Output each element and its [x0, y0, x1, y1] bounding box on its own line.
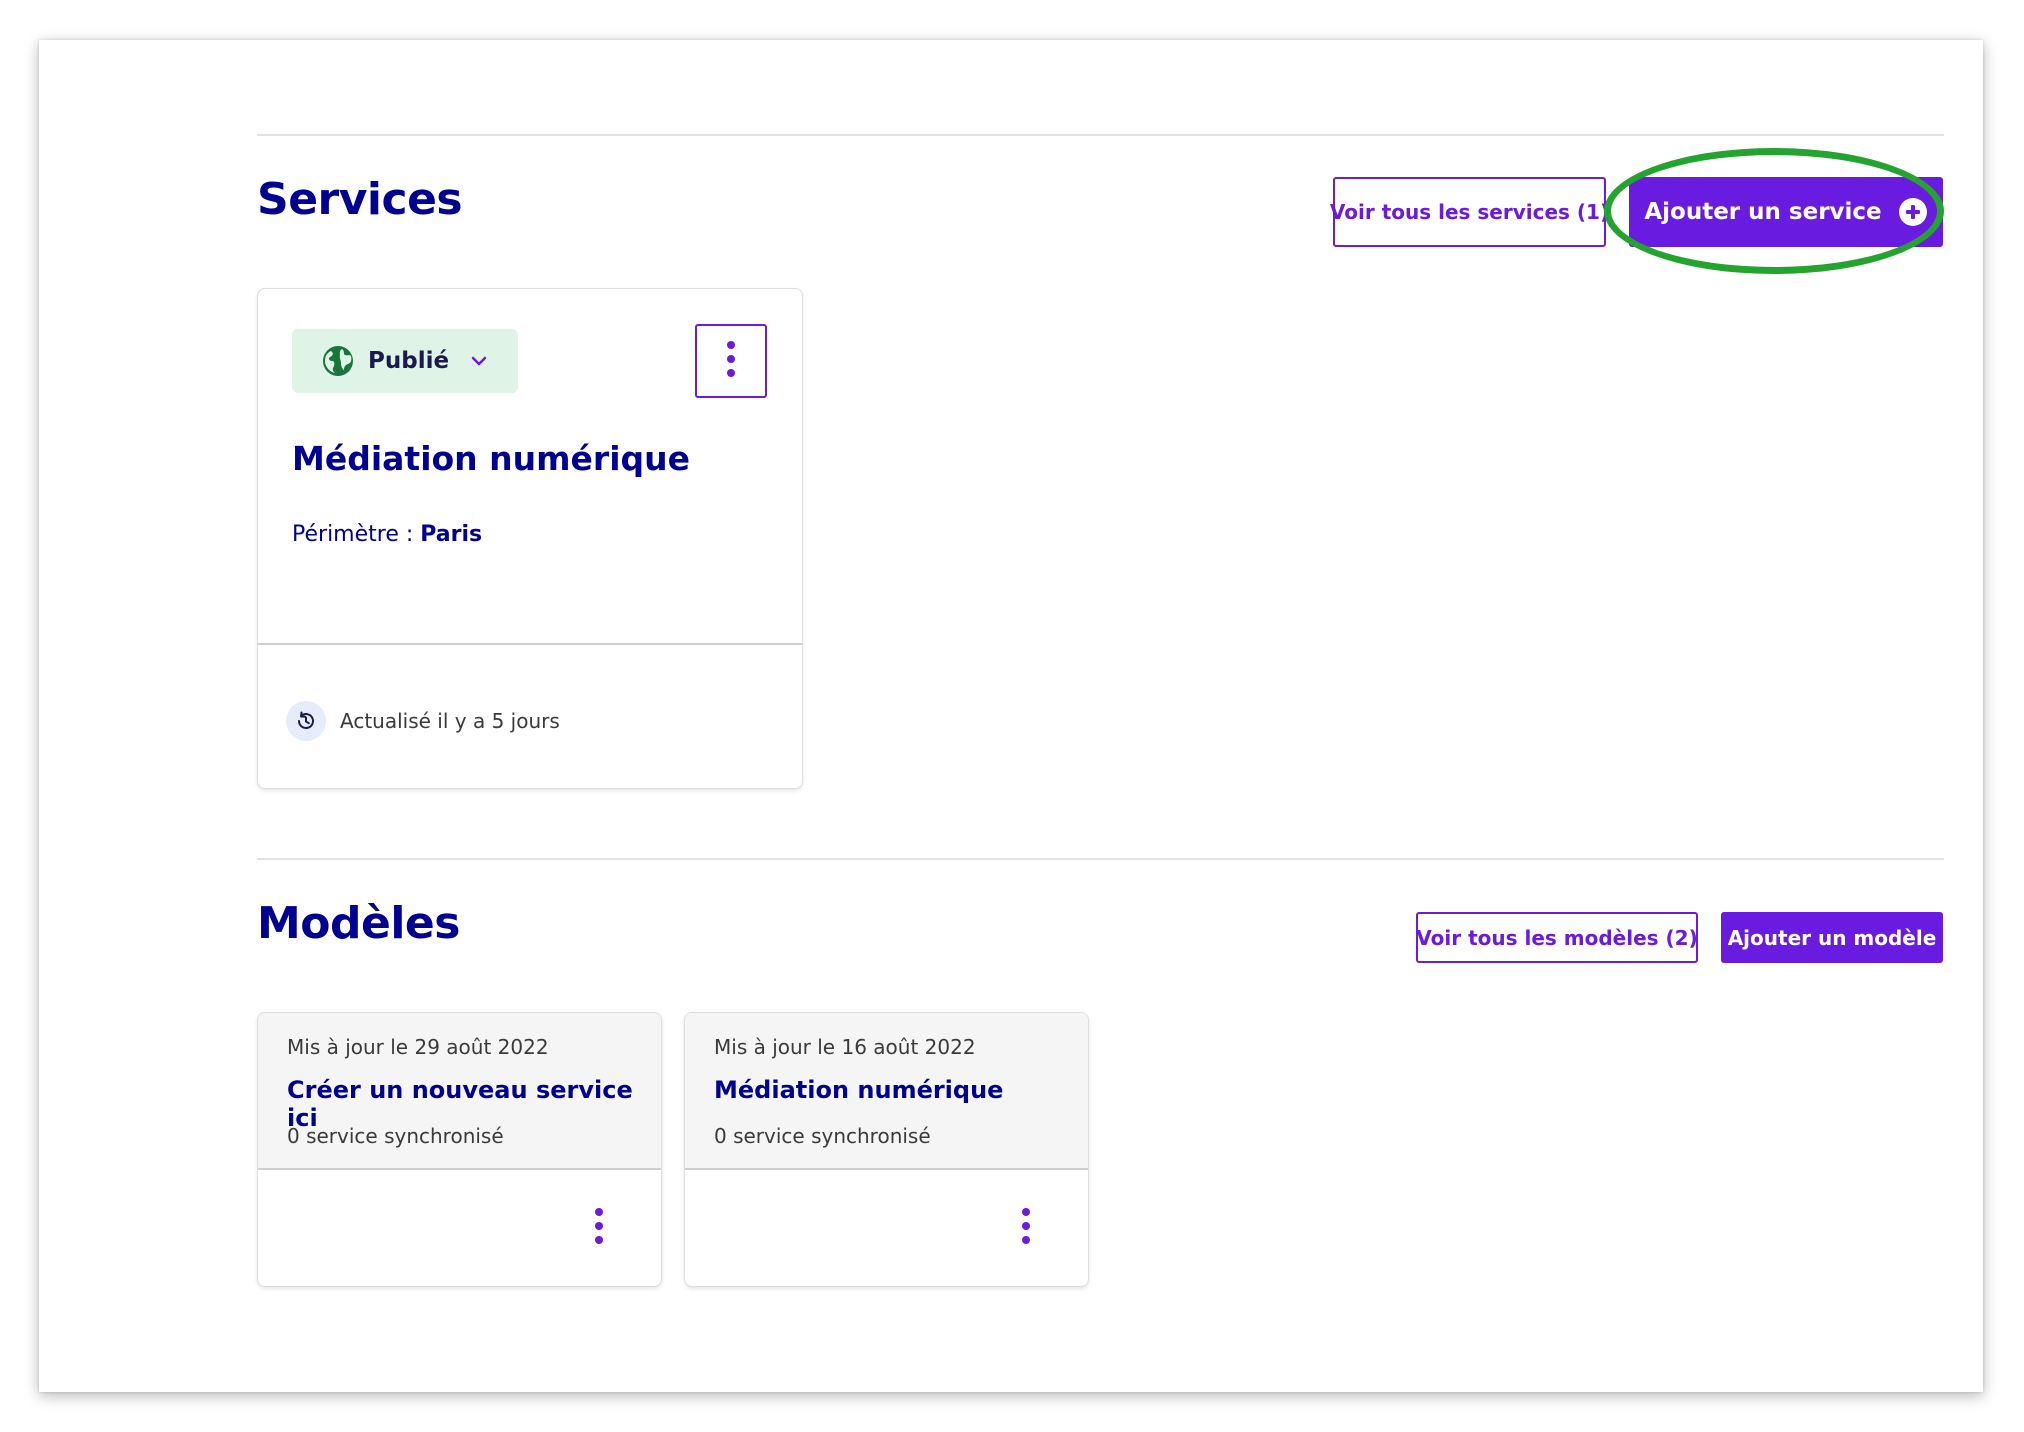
- model-updated-date: Mis à jour le 29 août 2022: [287, 1035, 549, 1059]
- status-dropdown[interactable]: Publié: [292, 329, 518, 393]
- model-card: Mis à jour le 16 août 2022 Médiation num…: [684, 1012, 1089, 1287]
- add-service-label: Ajouter un service: [1644, 199, 1882, 225]
- plus-circle-icon: [1898, 197, 1928, 227]
- perimetre-value: Paris: [420, 522, 483, 547]
- model-updated-date: Mis à jour le 16 août 2022: [714, 1035, 976, 1059]
- model-title[interactable]: Médiation numérique: [714, 1076, 1003, 1104]
- view-all-models-button[interactable]: Voir tous les modèles (2): [1416, 912, 1698, 963]
- kebab-menu-icon: [1021, 1206, 1031, 1251]
- service-title[interactable]: Médiation numérique: [292, 439, 690, 478]
- history-icon: [286, 701, 326, 741]
- model-menu-button[interactable]: [587, 1206, 611, 1250]
- view-all-services-button[interactable]: Voir tous les services (1): [1330, 177, 1609, 247]
- service-updated-text: Actualisé il y a 5 jours: [340, 709, 560, 733]
- add-service-button[interactable]: Ajouter un service: [1629, 177, 1943, 247]
- card-separator: [685, 1168, 1088, 1170]
- service-updated-row: Actualisé il y a 5 jours: [286, 701, 560, 741]
- card-separator: [258, 643, 802, 645]
- globe-icon: [322, 345, 354, 377]
- model-synced-count: 0 service synchronisé: [714, 1124, 931, 1148]
- model-menu-button[interactable]: [1014, 1206, 1038, 1250]
- services-section-title: Services: [257, 174, 463, 225]
- status-label: Publié: [368, 348, 450, 374]
- models-section-title: Modèles: [257, 898, 460, 949]
- service-perimetre: Périmètre : Paris: [292, 522, 482, 547]
- service-menu-button[interactable]: [695, 324, 767, 398]
- models-divider: [257, 858, 1944, 860]
- perimetre-label: Périmètre :: [292, 522, 421, 547]
- kebab-menu-icon: [594, 1206, 604, 1251]
- card-separator: [258, 1168, 661, 1170]
- service-card: Publié Médiation numérique Périmètre : P…: [257, 288, 803, 789]
- model-synced-count: 0 service synchronisé: [287, 1124, 504, 1148]
- services-divider: [257, 134, 1944, 136]
- add-model-button[interactable]: Ajouter un modèle: [1721, 912, 1943, 963]
- model-card: Mis à jour le 29 août 2022 Créer un nouv…: [257, 1012, 662, 1287]
- kebab-menu-icon: [726, 339, 736, 384]
- chevron-down-icon: [469, 351, 489, 371]
